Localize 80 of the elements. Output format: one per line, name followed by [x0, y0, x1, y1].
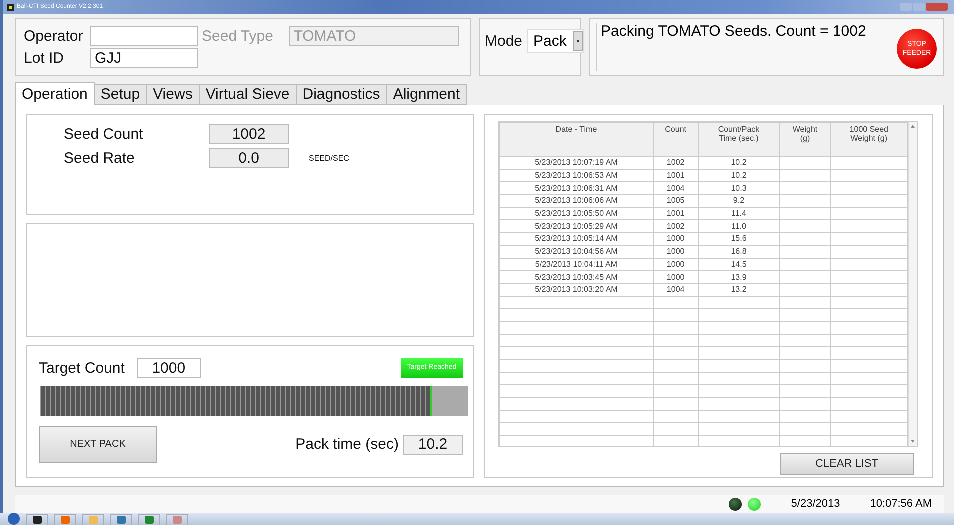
table-cell: 1000: [653, 245, 698, 258]
table-cell: 10.3: [698, 182, 780, 195]
lot-id-label: Lot ID: [24, 50, 66, 66]
table-cell: 1002: [653, 156, 698, 170]
table-cell: 1004: [653, 283, 698, 296]
table-cell: 5/23/2013 10:04:11 AM: [500, 258, 654, 271]
table-cell: 1001: [653, 169, 698, 182]
table-cell: 14.5: [698, 258, 780, 271]
table-cell: [780, 156, 831, 170]
operator-label: Operator: [24, 28, 84, 44]
table-cell: 13.9: [698, 270, 780, 284]
table-cell: [780, 232, 831, 246]
tab[interactable]: Operation: [15, 82, 95, 105]
stat-value: 0.0: [209, 148, 289, 168]
table-cell: 10.2: [698, 169, 780, 182]
taskbar-app-icon[interactable]: [26, 514, 48, 524]
lot-id-field[interactable]: GJJ: [90, 48, 198, 68]
table-cell: 15.6: [698, 232, 780, 246]
stat-value: 1002: [209, 124, 289, 144]
table-cell: 1000: [653, 232, 698, 246]
app-icon: [7, 4, 14, 10]
table-cell: 9.2: [698, 194, 780, 208]
unit-label: SEED/SEC: [309, 154, 350, 162]
tab[interactable]: Diagnostics: [296, 84, 388, 105]
tab[interactable]: Alignment: [386, 84, 468, 105]
pack-time-label: Pack time (sec): [296, 436, 399, 453]
start-button[interactable]: [8, 513, 20, 525]
table-cell: 5/23/2013 10:05:29 AM: [500, 220, 654, 233]
table-cell: 11.0: [698, 220, 780, 233]
table-cell: 5/23/2013 10:05:50 AM: [500, 207, 654, 220]
table-cell: 1005: [653, 194, 698, 208]
table-cell: [780, 169, 831, 182]
table-cell: 5/23/2013 10:03:20 AM: [500, 283, 654, 296]
stat-label: Seed Count: [64, 126, 144, 142]
column-header: Count/Pack Time (sec.): [698, 122, 780, 156]
seed-type-label: Seed Type: [202, 28, 274, 44]
table-cell: 5/23/2013 10:06:31 AM: [500, 182, 654, 195]
table-cell: 5/23/2013 10:05:14 AM: [500, 232, 654, 246]
next-pack-button[interactable]: NEXT PACK: [39, 426, 157, 463]
table-cell: 11.4: [698, 207, 780, 220]
table-cell: 1002: [653, 220, 698, 233]
clear-list-button[interactable]: CLEAR LIST: [780, 453, 914, 475]
operator-field[interactable]: [90, 26, 198, 46]
table-cell: 10.2: [698, 156, 780, 170]
table-cell: [780, 207, 831, 220]
scroll-up-icon[interactable]: [911, 125, 915, 128]
status-date: 5/23/2013: [791, 498, 840, 510]
column-header: Count: [653, 122, 698, 156]
table-cell: [780, 220, 831, 233]
table-cell: 5/23/2013 10:06:53 AM: [500, 169, 654, 182]
column-header: Weight (g): [780, 122, 831, 156]
scroll-down-icon[interactable]: [911, 440, 915, 443]
column-header: 1000 Seed Weight (g): [830, 122, 908, 156]
table-cell: [780, 194, 831, 208]
table-cell: 5/23/2013 10:04:56 AM: [500, 245, 654, 258]
pack-time-value: 10.2: [403, 434, 463, 454]
tab[interactable]: Virtual Sieve: [198, 84, 297, 105]
table-cell: [780, 182, 831, 195]
tab[interactable]: Setup: [94, 84, 148, 105]
column-header: Date - Time: [500, 122, 654, 156]
target-count-label: Target Count: [39, 360, 125, 376]
status-message: Packing TOMATO Seeds. Count = 1002: [596, 23, 897, 71]
table-cell: [780, 245, 831, 258]
table-cell: [780, 258, 831, 271]
table-cell: 5/23/2013 10:07:19 AM: [500, 156, 654, 170]
table-cell: 16.8: [698, 245, 780, 258]
target-count-field[interactable]: 1000: [136, 358, 201, 378]
table-cell: 1000: [653, 258, 698, 271]
table-cell: 5/23/2013 10:06:06 AM: [500, 194, 654, 208]
table-cell: [780, 270, 831, 284]
table-cell: 1001: [653, 207, 698, 220]
mode-dropdown[interactable]: Pack: [526, 29, 584, 53]
stat-label: Seed Rate: [64, 150, 136, 166]
tab[interactable]: Views: [146, 84, 200, 105]
table-cell: 5/23/2013 10:03:45 AM: [500, 270, 654, 284]
table-cell: 1000: [653, 270, 698, 284]
table-cell: 13.2: [698, 283, 780, 296]
table-cell: 1004: [653, 182, 698, 195]
status-time: 10:07:56 AM: [870, 498, 932, 510]
mode-label: Mode: [485, 32, 523, 50]
